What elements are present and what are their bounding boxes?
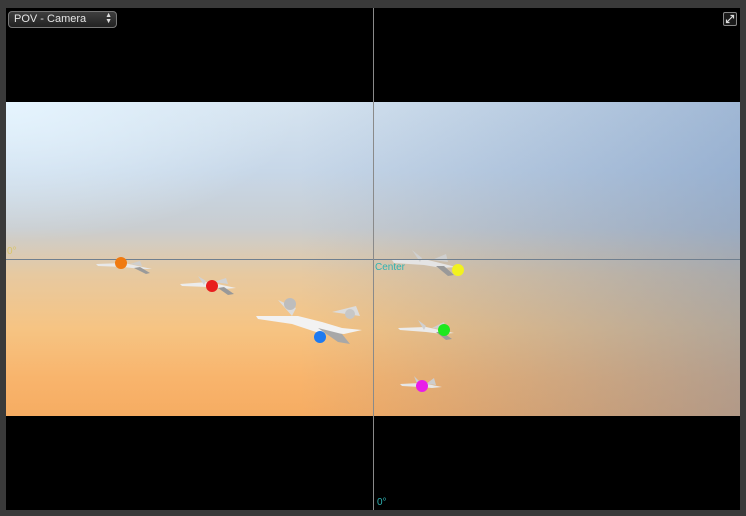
camera-select[interactable]: POV - Camera ▲ ▼: [8, 11, 117, 28]
blue-marker[interactable]: [314, 331, 326, 343]
green-marker[interactable]: [438, 324, 450, 336]
vertical-center-line: [373, 8, 374, 510]
magenta-marker[interactable]: [416, 380, 428, 392]
vertical-axis-label: 0°: [377, 497, 387, 508]
yellow-marker[interactable]: [452, 264, 464, 276]
camera-select-value: POV - Camera: [14, 13, 87, 25]
camera-viewport[interactable]: 0° Center 0°: [6, 8, 740, 510]
updown-arrows-icon: ▲ ▼: [105, 12, 112, 25]
expand-icon: [725, 14, 735, 24]
pov-camera-panel: POV - Camera ▲ ▼ 0° Center 0°: [0, 0, 746, 516]
center-label: Center: [375, 262, 406, 273]
drone-image: [256, 298, 362, 344]
red-marker[interactable]: [206, 280, 218, 292]
horizontal-axis-label: 0°: [7, 246, 17, 257]
orange-marker[interactable]: [115, 257, 127, 269]
expand-button[interactable]: [723, 12, 737, 26]
